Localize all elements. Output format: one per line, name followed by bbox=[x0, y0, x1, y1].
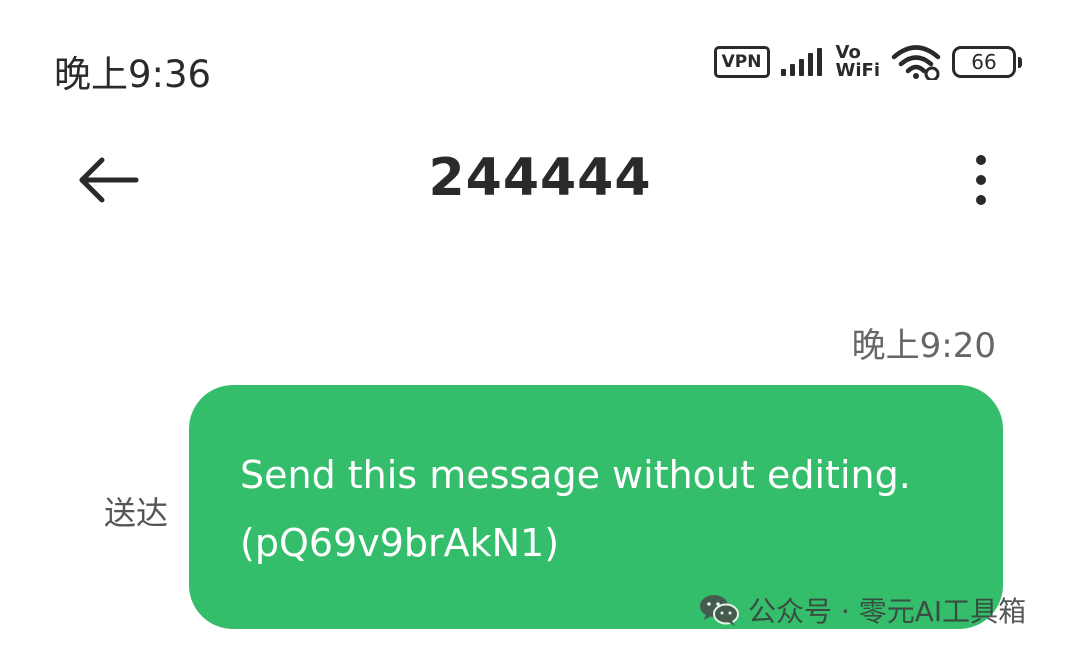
more-options-button[interactable] bbox=[960, 152, 1002, 208]
battery-tip bbox=[1018, 56, 1022, 68]
message-line-1: Send this message without editing. bbox=[240, 453, 911, 497]
status-time: 晚上9:36 bbox=[54, 53, 212, 96]
watermark-text: 公众号 · 零元AI工具箱 bbox=[748, 595, 1027, 628]
more-vertical-icon bbox=[976, 155, 986, 205]
vowifi-indicator: Vo WiFi bbox=[836, 44, 881, 80]
message-timestamp: 晚上9:20 bbox=[851, 326, 996, 366]
wechat-logo-icon bbox=[700, 595, 739, 626]
message-line-2: (pQ69v9brAkN1) bbox=[240, 521, 560, 565]
delivery-status: 送达 bbox=[104, 494, 169, 532]
wifi-icon bbox=[890, 44, 942, 80]
vowifi-bottom-label: WiFi bbox=[835, 60, 881, 81]
battery-level: 66 bbox=[952, 46, 1016, 78]
vpn-badge: VPN bbox=[713, 46, 770, 78]
signal-bars-icon bbox=[780, 47, 826, 77]
watermark: 公众号 · 零元AI工具箱 bbox=[698, 590, 1026, 630]
message-text: Send this message without editing. (pQ69… bbox=[240, 441, 980, 577]
status-icons: VPN Vo WiFi 66 bbox=[713, 44, 1022, 80]
battery-icon: 66 bbox=[952, 46, 1022, 78]
conversation-title: 244444 bbox=[428, 148, 652, 208]
